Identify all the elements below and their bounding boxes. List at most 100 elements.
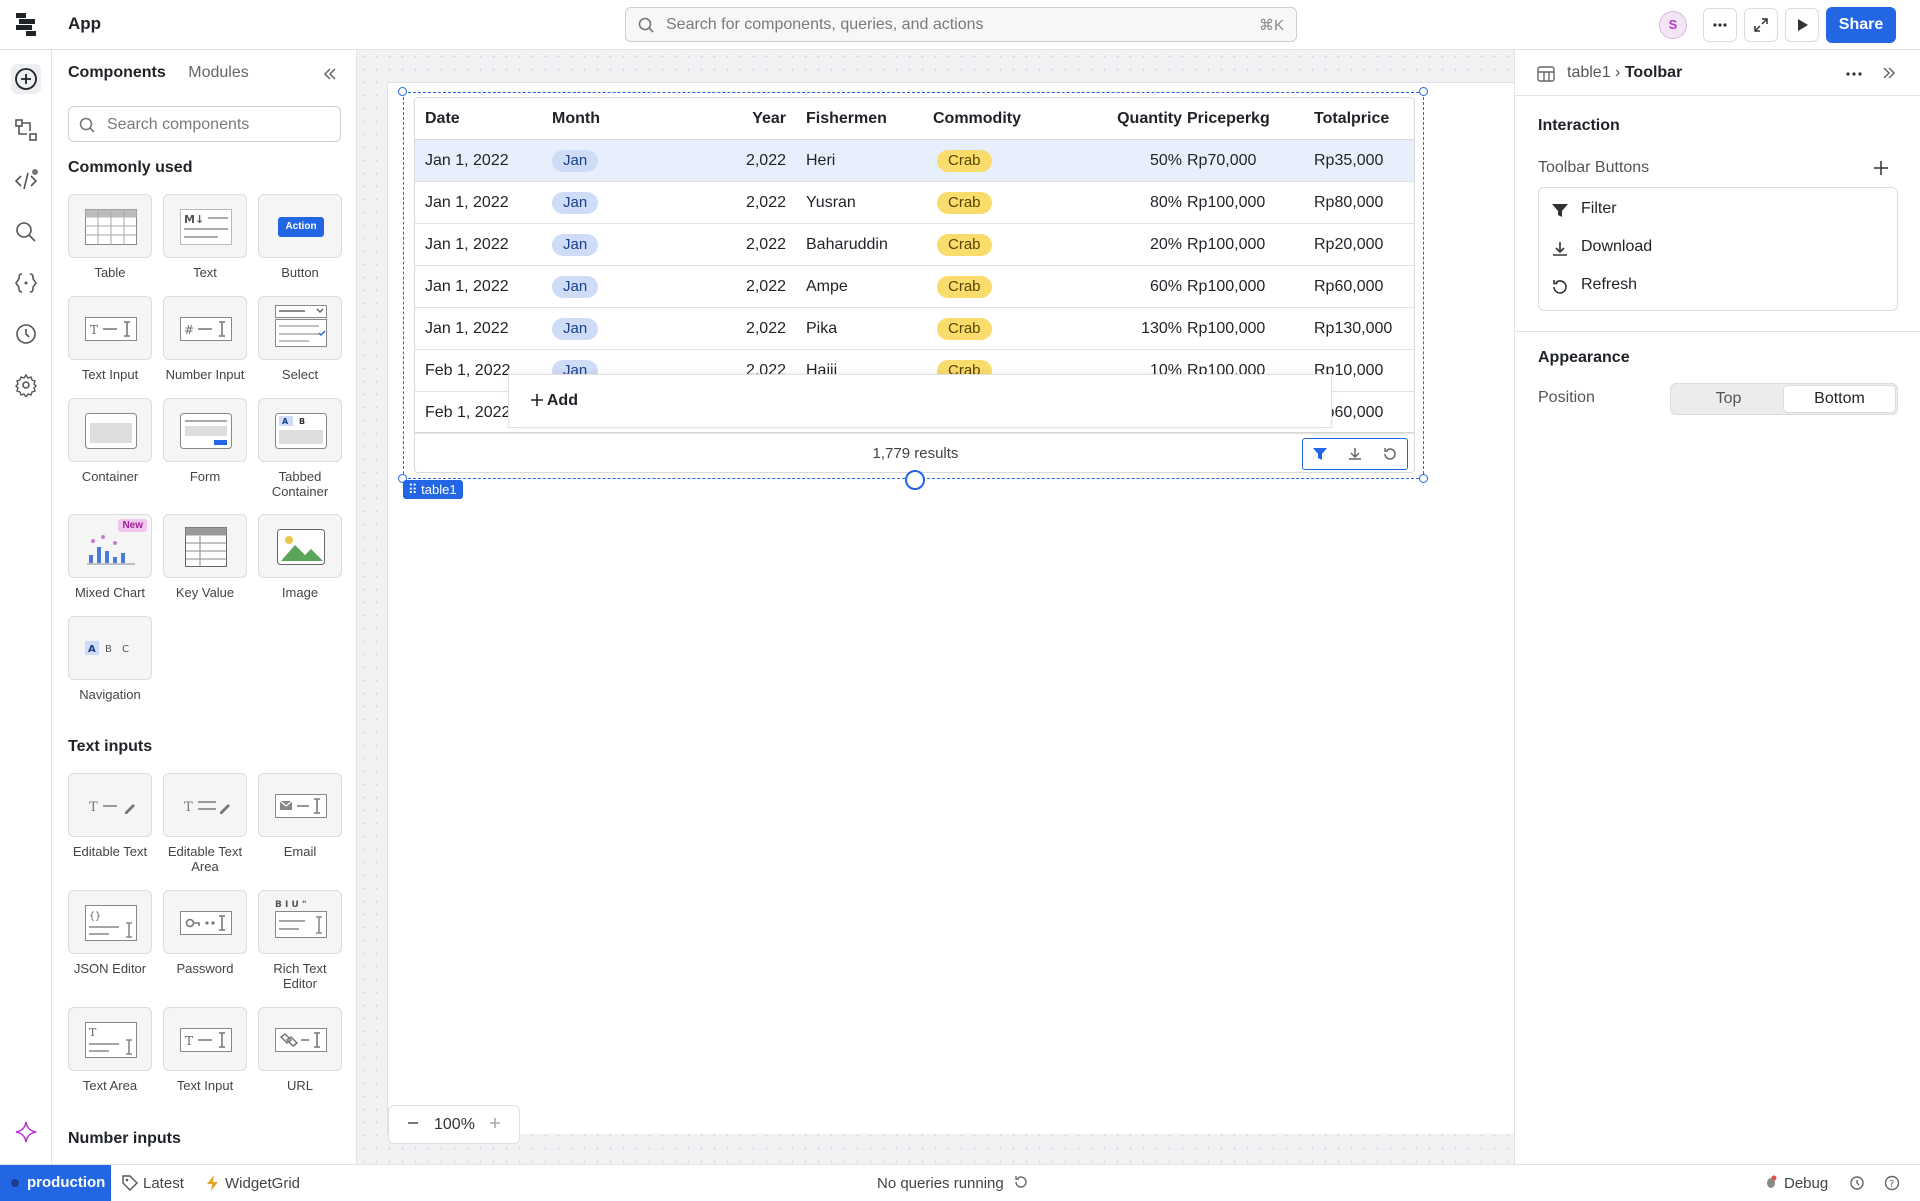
component-container[interactable]: Container (68, 398, 152, 484)
history-icon[interactable] (1849, 1175, 1865, 1191)
email-icon (258, 773, 342, 837)
column-header[interactable]: Date (425, 110, 460, 128)
appearance-heading[interactable]: Appearance (1538, 349, 1630, 367)
filter-icon[interactable] (1312, 446, 1328, 462)
download-icon[interactable] (1347, 446, 1363, 462)
component-search-input[interactable]: Search components (68, 106, 341, 142)
column-header[interactable]: Totalprice (1314, 110, 1389, 128)
component-email[interactable]: Email (258, 773, 342, 859)
position-option-bottom[interactable]: Bottom (1784, 386, 1895, 412)
cell-date: Feb 1, 2022 (425, 404, 511, 421)
cell-totalprice: Rp80,000 (1314, 194, 1384, 211)
cell-month-tag: Jan (552, 192, 599, 214)
component-form[interactable]: Form (163, 398, 247, 484)
component-number-input[interactable]: # Number Input (163, 296, 247, 382)
section-text-inputs: Text inputs (68, 738, 153, 755)
search-rail-icon[interactable] (11, 217, 41, 247)
component-text[interactable]: M↓ Text (163, 194, 247, 280)
share-button[interactable]: Share (1826, 7, 1896, 43)
component-tabbed-container[interactable]: AB Tabbed Container (258, 398, 342, 499)
table1[interactable]: Date Month Year Fishermen Commodity Quan… (414, 97, 1415, 473)
top-bar: App Search for components, queries, and … (0, 0, 1920, 50)
debug-label[interactable]: Debug (1784, 1175, 1828, 1192)
more-options-button[interactable] (1703, 8, 1737, 42)
component-editable-text[interactable]: T Editable Text (68, 773, 152, 859)
component-rich-text-editor[interactable]: B I U " Rich Text Editor (258, 890, 342, 991)
add-row-button[interactable]: Add (531, 392, 578, 410)
column-header[interactable]: Month (552, 110, 600, 128)
add-row-bar[interactable]: Add (508, 374, 1332, 428)
user-avatar[interactable]: S (1659, 11, 1687, 39)
fullscreen-button[interactable] (1744, 8, 1778, 42)
button-action-badge: Action (278, 217, 324, 237)
table-row[interactable]: Jan 1, 2022 Jan 2,022 Baharuddin Crab 20… (415, 224, 1414, 266)
state-icon[interactable] (11, 268, 41, 298)
interaction-heading[interactable]: Interaction (1538, 117, 1620, 135)
component-navigation[interactable]: ABC Navigation (68, 616, 152, 702)
retool-logo-icon[interactable] (16, 13, 38, 37)
assist-sparkle-icon[interactable] (11, 1117, 41, 1147)
expand-icon (1754, 18, 1768, 32)
tab-modules[interactable]: Modules (188, 64, 248, 82)
version-label[interactable]: Latest (143, 1175, 184, 1192)
component-text-input[interactable]: T Text Input (68, 296, 152, 382)
filter-icon (1552, 204, 1568, 217)
table-row[interactable]: Jan 1, 2022 Jan 2,022 Pika Crab 130% Rp1… (415, 308, 1414, 350)
grid-label[interactable]: WidgetGrid (225, 1175, 300, 1192)
component-button[interactable]: Action Button (258, 194, 342, 280)
table-row[interactable]: Jan 1, 2022 Jan 2,022 Ampe Crab 60% Rp10… (415, 266, 1414, 308)
refresh-icon[interactable] (1382, 446, 1398, 462)
column-header[interactable]: Year (695, 110, 786, 128)
cell-commodity-tag: Crab (937, 192, 992, 214)
zoom-out-icon[interactable] (405, 1115, 421, 1131)
component-tag[interactable]: ⠿ table1 (403, 480, 463, 499)
column-header[interactable]: Fishermen (806, 110, 887, 128)
component-text-input-2[interactable]: T Text Input (163, 1007, 247, 1093)
command-search[interactable]: Search for components, queries, and acti… (625, 7, 1297, 42)
help-icon[interactable]: ? (1884, 1175, 1900, 1191)
table-row[interactable]: Jan 1, 2022 Jan 2,022 Yusran Crab 80% Rp… (415, 182, 1414, 224)
table-row[interactable]: Jan 1, 2022 Jan 2,022 Heri Crab 50% Rp70… (415, 140, 1414, 182)
component-password[interactable]: Password (163, 890, 247, 976)
component-table[interactable]: Table (68, 194, 152, 280)
resize-handle[interactable] (1419, 474, 1428, 483)
column-header[interactable]: Commodity (933, 110, 1021, 128)
svg-text:{}: {} (89, 911, 101, 922)
preview-button[interactable] (1785, 8, 1819, 42)
component-json-editor[interactable]: {} JSON Editor (68, 890, 152, 976)
json-editor-icon: {} (68, 890, 152, 954)
code-icon[interactable] (11, 166, 41, 196)
svg-text:T: T (90, 323, 98, 337)
component-mixed-chart[interactable]: New Mixed Chart (68, 514, 152, 600)
component-text-area[interactable]: T Text Area (68, 1007, 152, 1093)
settings-gear-icon[interactable] (11, 370, 41, 400)
collapse-left-icon[interactable] (322, 66, 338, 82)
position-option-top[interactable]: Top (1673, 386, 1784, 412)
collapse-right-icon[interactable] (1881, 65, 1897, 81)
ellipsis-icon[interactable] (1845, 65, 1863, 83)
add-component-icon[interactable] (11, 64, 41, 94)
tab-components[interactable]: Components (68, 64, 166, 82)
cell-priceperkg: Rp100,000 (1187, 236, 1266, 253)
workflow-icon[interactable] (11, 115, 41, 145)
component-image[interactable]: Image (258, 514, 342, 600)
app-title[interactable]: App (68, 14, 101, 34)
breadcrumb-parent[interactable]: table1 (1567, 64, 1611, 81)
add-toolbar-button-icon[interactable] (1873, 160, 1889, 176)
component-editable-text-area[interactable]: T Editable Text Area (163, 773, 247, 874)
column-header[interactable]: Quantity (1065, 110, 1182, 128)
refresh-icon[interactable] (1014, 1175, 1028, 1189)
component-select[interactable]: Select (258, 296, 342, 382)
resize-handle[interactable] (1419, 87, 1428, 96)
text-input-icon: T (68, 296, 152, 360)
inspector-header: table1 › Toolbar (1515, 50, 1920, 96)
history-icon[interactable] (11, 319, 41, 349)
resize-handle[interactable] (398, 87, 407, 96)
zoom-in-icon[interactable] (487, 1115, 503, 1131)
component-key-value[interactable]: Key Value (163, 514, 247, 600)
drag-handle[interactable] (905, 470, 925, 490)
breadcrumb: table1 › Toolbar (1567, 64, 1682, 82)
component-url[interactable]: URL (258, 1007, 342, 1093)
environment-badge[interactable]: production (0, 1165, 111, 1201)
column-header[interactable]: Priceperkg (1187, 110, 1270, 128)
